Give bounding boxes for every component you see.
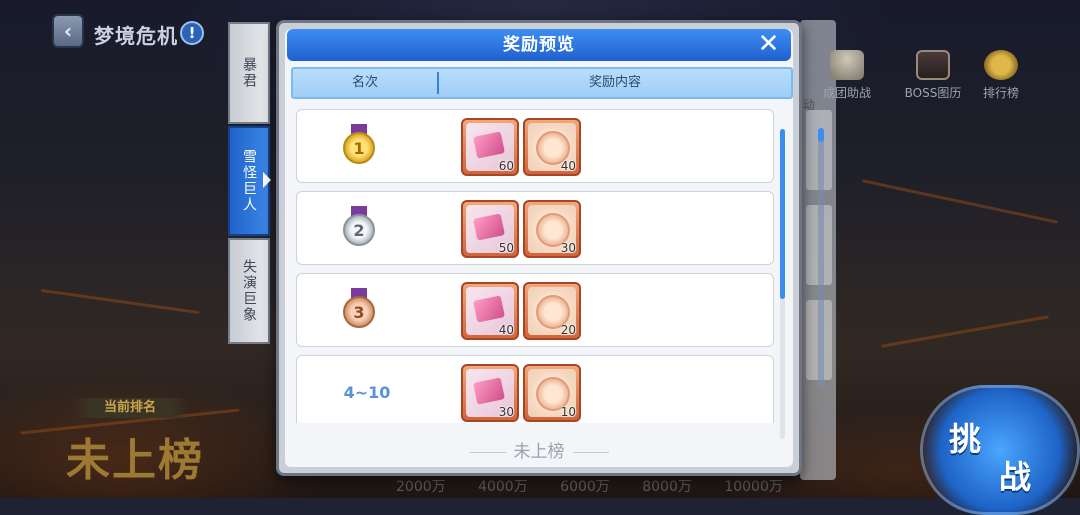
bronze-medal-icon: 3: [341, 288, 377, 332]
side-scrollbar-thumb[interactable]: [818, 128, 824, 142]
item-quantity: 30: [560, 241, 576, 255]
hud-label: BOSS图历: [904, 86, 962, 100]
reward-list[interactable]: 1 60 40 2 50 30 3 40 20 4~10 30 10: [291, 105, 793, 423]
reward-preview-dialog: 奖励预览 ✕ 名次 奖励内容 1 60 40 2 50 30 3 40 20 4…: [276, 20, 802, 476]
hud-icon-bar: 成团助战 BOSS图历 排行榜: [808, 50, 1078, 105]
hud-label: 成团助战: [822, 86, 871, 100]
item-quantity: 50: [498, 241, 514, 255]
medal-rank: 1: [343, 132, 375, 164]
side-scrollbar-track[interactable]: [818, 128, 824, 388]
back-button[interactable]: ‹: [52, 14, 84, 48]
item-quantity: 40: [498, 323, 514, 337]
item-quantity: 20: [560, 323, 576, 337]
tab-tyrant[interactable]: 暴君: [228, 22, 270, 124]
reward-item-gem[interactable]: 10: [523, 364, 581, 422]
item-quantity: 60: [498, 159, 514, 173]
book-icon: [916, 50, 950, 80]
page-title: 梦境危机: [94, 24, 178, 48]
challenge-label: 挑: [949, 420, 982, 458]
reward-item-card[interactable]: 30: [461, 364, 519, 422]
trophy-icon: [984, 50, 1018, 80]
dialog-title: 奖励预览: [503, 35, 575, 55]
medal-rank: 2: [343, 214, 375, 246]
reward-item-gem[interactable]: 20: [523, 282, 581, 340]
medal-rank: 3: [343, 296, 375, 328]
item-quantity: 40: [560, 159, 576, 173]
reward-row: 3 40 20: [296, 273, 774, 347]
active-tab-arrow-icon: [263, 172, 271, 188]
reward-row: 4~10 30 10: [296, 355, 774, 423]
tab-elephant[interactable]: 失演巨象: [228, 238, 270, 344]
close-icon: ✕: [757, 29, 781, 59]
reward-item-card[interactable]: 50: [461, 200, 519, 258]
my-rank-text: 未上榜: [513, 442, 565, 462]
column-header: 名次 奖励内容: [291, 67, 793, 99]
column-rank: 名次: [351, 75, 378, 90]
group-assist-button[interactable]: 成团助战: [814, 50, 880, 101]
reward-item-gem[interactable]: 30: [523, 200, 581, 258]
current-rank-label: 当前排名: [72, 398, 188, 418]
hud-label: 排行榜: [982, 86, 1019, 100]
item-quantity: 30: [498, 405, 514, 419]
list-scrollbar-thumb[interactable]: [780, 129, 785, 299]
leaderboard-button[interactable]: 排行榜: [968, 50, 1034, 101]
reward-item-card[interactable]: 60: [461, 118, 519, 176]
reward-row: 1 60 40: [296, 109, 774, 183]
reward-item-card[interactable]: 40: [461, 282, 519, 340]
rank-range: 4~10: [343, 383, 391, 402]
back-arrow-icon: ‹: [63, 19, 73, 43]
divider-line: [469, 451, 506, 453]
info-icon[interactable]: !: [180, 21, 204, 45]
challenge-label: 战: [999, 458, 1032, 496]
column-rewards: 奖励内容: [588, 75, 641, 90]
challenge-button[interactable]: 挑 战: [920, 385, 1080, 515]
my-rank-footer: 未上榜: [285, 437, 793, 467]
gold-medal-icon: 1: [341, 124, 377, 168]
current-rank-value: 未上榜: [66, 435, 204, 486]
silver-medal-icon: 2: [341, 206, 377, 250]
boss-book-button[interactable]: BOSS图历: [900, 50, 966, 101]
item-quantity: 10: [560, 405, 576, 419]
reward-item-gem[interactable]: 40: [523, 118, 581, 176]
damage-milestones: 2000万 4000万 6000万 8000万 10000万: [396, 479, 783, 495]
close-button[interactable]: ✕: [757, 31, 781, 57]
reward-row: 2 50 30: [296, 191, 774, 265]
group-icon: [830, 50, 864, 80]
dialog-header: 奖励预览 ✕: [287, 29, 791, 61]
divider-line: [572, 451, 609, 453]
